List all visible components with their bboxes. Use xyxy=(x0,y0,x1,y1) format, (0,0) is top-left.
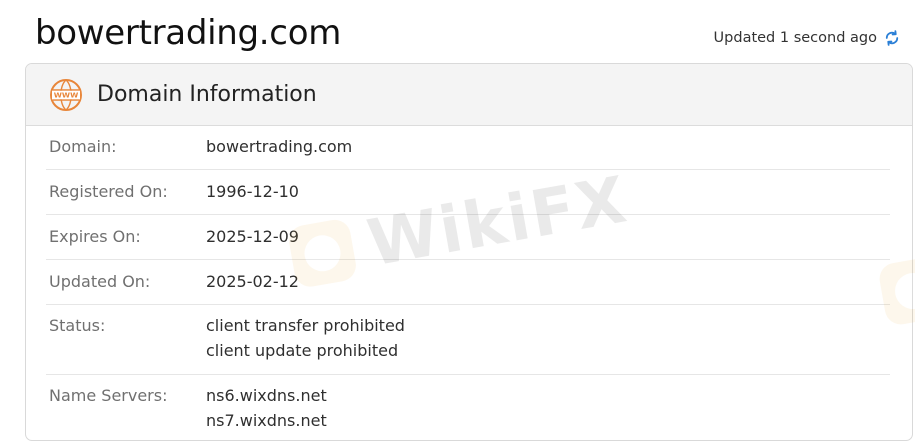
domain-value: bowertrading.com xyxy=(206,137,353,156)
www-icon-label: WWW xyxy=(54,90,78,99)
www-globe-icon: WWW xyxy=(49,78,83,112)
row-value: bowertrading.com xyxy=(206,134,352,159)
domain-info-card: WWW Domain Information Domain: bowertrad… xyxy=(25,63,913,441)
row-value: 1996-12-10 xyxy=(206,179,299,204)
updated-on-value: 2025-02-12 xyxy=(206,272,299,291)
row-value: client transfer prohibited client update… xyxy=(206,313,405,363)
name-server-value: ns6.wixdns.net xyxy=(206,386,327,405)
row-name-servers: Name Servers: ns6.wixdns.net ns7.wixdns.… xyxy=(46,375,890,439)
row-expires-on: Expires On: 2025-12-09 xyxy=(46,215,890,260)
expires-on-value: 2025-12-09 xyxy=(206,227,299,246)
status-value: client update prohibited xyxy=(206,341,399,360)
row-value: 2025-02-12 xyxy=(206,269,299,294)
row-label: Domain: xyxy=(49,137,117,156)
row-domain: Domain: bowertrading.com xyxy=(46,126,890,170)
row-label: Updated On: xyxy=(49,272,151,291)
updated-status: Updated 1 second ago xyxy=(714,29,901,47)
refresh-icon[interactable] xyxy=(883,29,901,47)
row-status: Status: client transfer prohibited clien… xyxy=(46,305,890,375)
row-registered-on: Registered On: 1996-12-10 xyxy=(46,170,890,215)
card-title: Domain Information xyxy=(97,82,317,107)
updated-text: Updated 1 second ago xyxy=(713,30,877,46)
registered-on-value: 1996-12-10 xyxy=(206,182,299,201)
row-label: Expires On: xyxy=(49,227,141,246)
status-value: client transfer prohibited xyxy=(206,316,405,335)
row-value: 2025-12-09 xyxy=(206,224,299,249)
row-label: Status: xyxy=(49,316,106,335)
row-label: Name Servers: xyxy=(49,386,168,405)
row-updated-on: Updated On: 2025-02-12 xyxy=(46,260,890,305)
row-label: Registered On: xyxy=(49,182,168,201)
page-title: bowertrading.com xyxy=(35,13,342,53)
card-header: WWW Domain Information xyxy=(26,64,912,126)
row-value: ns6.wixdns.net ns7.wixdns.net xyxy=(206,383,327,433)
name-server-value: ns7.wixdns.net xyxy=(206,411,327,430)
